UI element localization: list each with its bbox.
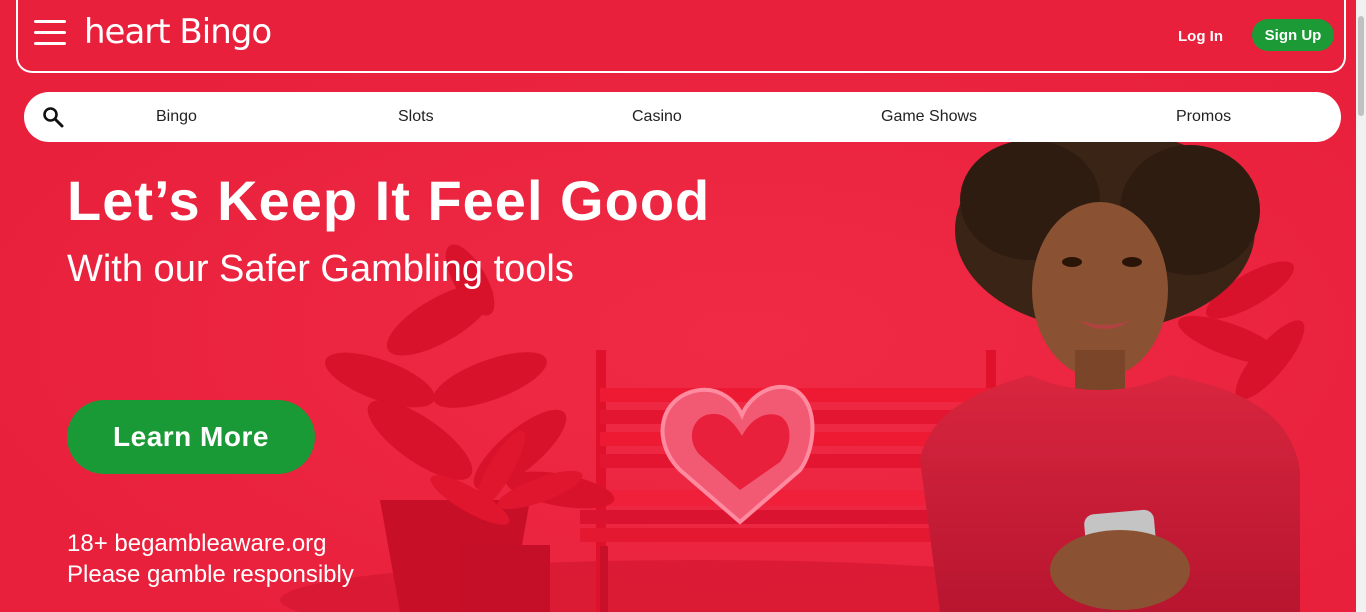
scrollbar-thumb[interactable] — [1358, 16, 1364, 116]
main-nav: Bingo Slots Casino Game Shows Promos — [24, 92, 1341, 142]
hero-subheading: With our Safer Gambling tools — [67, 248, 574, 290]
hero-headline: Let’s Keep It Feel Good — [67, 169, 711, 232]
nav-item-slots[interactable]: Slots — [398, 108, 434, 126]
signup-button[interactable]: Sign Up — [1252, 19, 1334, 51]
login-link[interactable]: Log In — [1178, 28, 1223, 45]
page: heart Bingo Log In Sign Up Bingo Slots C… — [0, 0, 1356, 612]
responsible-gambling-notice: 18+ begambleaware.org Please gamble resp… — [67, 528, 354, 590]
hamburger-menu-icon[interactable] — [34, 20, 68, 48]
gamble-responsibly-text: Please gamble responsibly — [67, 561, 354, 588]
nav-item-game-shows[interactable]: Game Shows — [881, 108, 977, 126]
nav-item-casino[interactable]: Casino — [632, 108, 682, 126]
page-scrollbar[interactable] — [1356, 0, 1366, 612]
age-disclaimer: 18+ begambleaware.org — [67, 530, 327, 557]
site-logo[interactable]: heart Bingo — [84, 12, 272, 52]
search-icon[interactable] — [42, 106, 64, 128]
site-header: heart Bingo Log In Sign Up — [16, 0, 1346, 73]
learn-more-button[interactable]: Learn More — [67, 400, 315, 474]
nav-item-promos[interactable]: Promos — [1176, 108, 1231, 126]
nav-item-bingo[interactable]: Bingo — [156, 108, 197, 126]
